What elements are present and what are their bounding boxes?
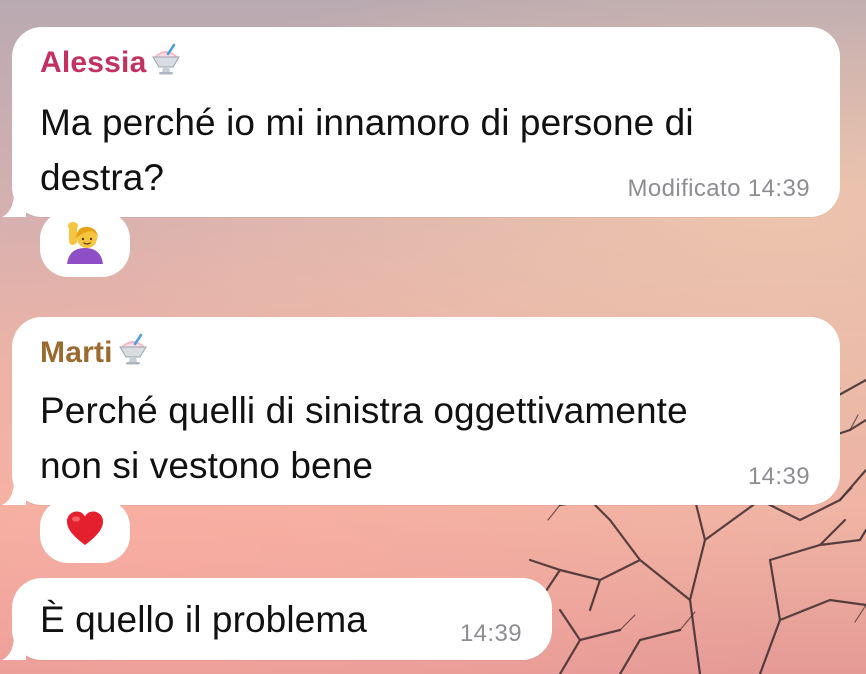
bubble-tail [2, 191, 26, 217]
message-bubble[interactable]: Marti Perché quelli di sinistra oggettiv… [2, 317, 840, 505]
message-status: 14:39 [747, 463, 810, 490]
shaved-ice-icon [115, 331, 151, 375]
shaved-ice-icon [148, 41, 184, 85]
reaction-badge[interactable] [40, 211, 130, 277]
sender-name[interactable]: Marti [40, 336, 113, 369]
message-bubble[interactable]: Alessia Ma perché io mi innamoro di pers… [2, 27, 840, 217]
message-status: 14:39 [459, 620, 522, 647]
message-text-line: Ma perché io mi innamoro di persone di [40, 102, 694, 143]
message-status: Modificato 14:39 [627, 175, 810, 202]
reaction-badge[interactable] [40, 499, 130, 563]
sender-name-row: Marti [40, 331, 151, 375]
message-text-line: È quello il problema [40, 599, 367, 640]
person-raising-hand-icon [63, 220, 107, 269]
red-heart-icon [65, 509, 105, 554]
message-bubble[interactable]: È quello il problema 14:39 [2, 578, 552, 660]
message-text: Ma perché io mi innamoro di persone di d… [40, 95, 694, 205]
bubble-tail [2, 634, 26, 660]
sender-name-row: Alessia [40, 41, 184, 85]
message-text-line: non si vestono bene [40, 445, 374, 486]
bubble-tail [2, 479, 26, 505]
message-text-line: destra? [40, 157, 165, 198]
sender-name[interactable]: Alessia [40, 46, 146, 79]
message-text-line: Perché quelli di sinistra oggettivamente [40, 390, 688, 431]
message-text: Perché quelli di sinistra oggettivamente… [40, 383, 688, 493]
message-text: È quello il problema [40, 592, 367, 647]
